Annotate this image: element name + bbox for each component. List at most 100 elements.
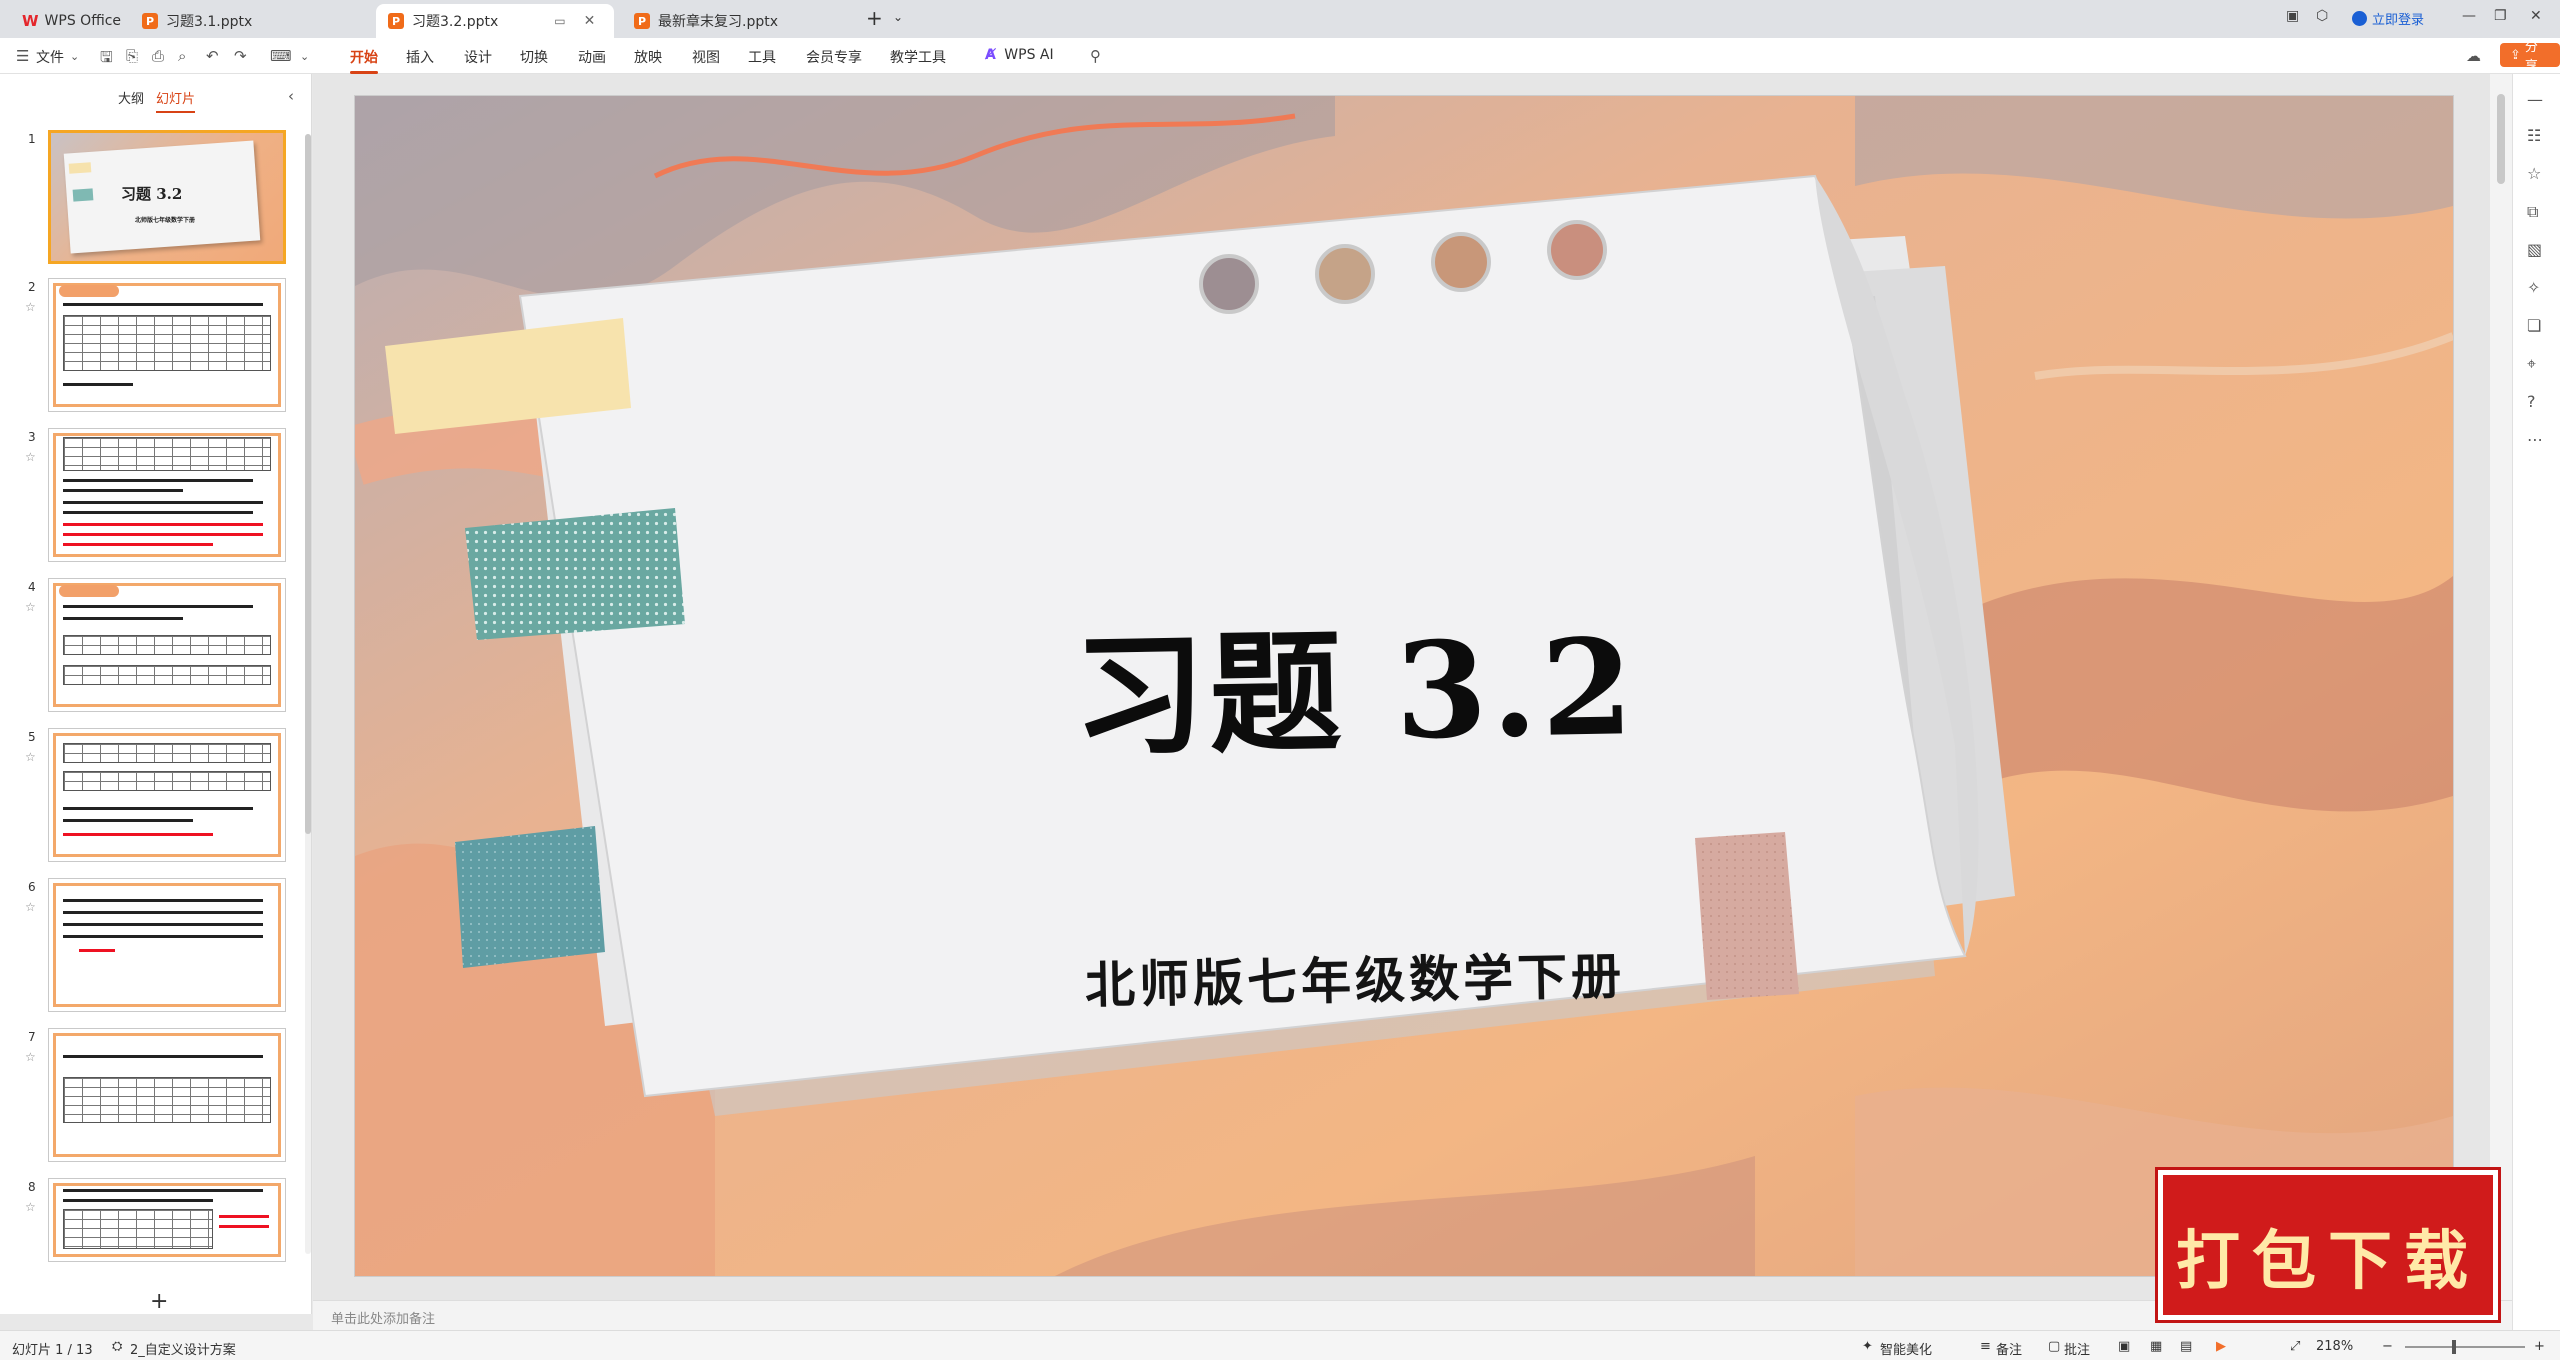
normal-view-icon[interactable]: ▣ — [2118, 1339, 2130, 1354]
slide-thumbnail-row[interactable]: 6 ☆ — [0, 878, 300, 1020]
chevron-left-icon[interactable]: ‹ — [288, 87, 294, 105]
search-icon[interactable]: ⚲ — [1090, 47, 1101, 65]
notes-button[interactable]: 备注 — [1996, 1339, 2022, 1358]
add-tab-button[interactable]: + — [866, 6, 883, 30]
zoom-slider[interactable] — [2405, 1346, 2525, 1348]
copy-icon[interactable]: ⧉ — [2527, 202, 2538, 222]
slide-thumbnail[interactable] — [48, 578, 286, 712]
tab-transition[interactable]: 切换 — [520, 47, 548, 67]
zoom-slider-handle[interactable] — [2452, 1340, 2456, 1354]
image-icon[interactable]: ▧ — [2527, 240, 2542, 259]
canvas-scrollbar[interactable] — [2490, 74, 2512, 1300]
print-icon[interactable]: ⎙ — [152, 47, 164, 65]
title-bar: W WPS Office P 习题3.1.pptx P 习题3.2.pptx ▭… — [0, 0, 2560, 38]
play-icon[interactable]: ▶ — [2216, 1339, 2226, 1354]
file-menu[interactable]: 文件 — [36, 47, 64, 67]
restore-icon[interactable]: ❐ — [2494, 8, 2507, 24]
chevron-down-icon[interactable]: ⌄ — [300, 50, 309, 63]
magic-wand-icon[interactable]: ✧ — [2527, 278, 2540, 297]
slide-thumbnail-row[interactable]: 3 ☆ — [0, 428, 300, 570]
slide-thumbnail-row[interactable]: 2 ☆ — [0, 278, 300, 420]
tab-home[interactable]: 开始 — [350, 47, 378, 74]
star-icon[interactable]: ☆ — [25, 450, 36, 464]
tab-view[interactable]: 视图 — [692, 47, 720, 67]
tag-icon[interactable]: ⌖ — [2527, 354, 2536, 374]
monitor-icon[interactable]: ▭ — [554, 14, 565, 28]
tab-insert[interactable]: 插入 — [406, 47, 434, 67]
tab-slideshow[interactable]: 放映 — [634, 47, 662, 67]
slide-thumbnail[interactable] — [48, 428, 286, 562]
tab-wps-office[interactable]: W WPS Office — [10, 4, 133, 38]
star-icon[interactable]: ☆ — [2527, 164, 2541, 183]
star-icon[interactable]: ☆ — [25, 900, 36, 914]
download-badge[interactable]: 打包下载 — [2158, 1170, 2498, 1320]
share-button[interactable]: ⇪ 分享 — [2500, 40, 2560, 74]
tab-file-review[interactable]: P 最新章末复习.pptx — [622, 4, 790, 38]
slide-thumbnail[interactable]: 习题 3.2 北师版七年级数学下册 — [48, 130, 286, 264]
sliders-icon[interactable]: ☷ — [2527, 126, 2541, 145]
export-icon[interactable]: ⎘ — [126, 47, 138, 65]
theme-icon: ⛭ — [112, 1339, 123, 1354]
slide-thumbnail-row[interactable]: 5 ☆ — [0, 728, 300, 870]
slide-canvas[interactable]: 习题 3.2 北师版七年级数学下册 — [355, 96, 2453, 1276]
format-painter-icon[interactable]: ⌨ — [270, 47, 292, 65]
star-icon[interactable]: ☆ — [25, 300, 36, 314]
panel-scrollbar[interactable] — [305, 134, 311, 1254]
tab-outline[interactable]: 大纲 — [118, 88, 144, 107]
theme-name[interactable]: 2_自定义设计方案 — [130, 1339, 236, 1358]
star-icon[interactable]: ☆ — [25, 600, 36, 614]
notes-placeholder: 单击此处添加备注 — [331, 1312, 436, 1327]
wps-ai-button[interactable]: Ⱥ WPS AI — [985, 47, 1054, 63]
cloud-sync-icon[interactable]: ☁ — [2466, 47, 2481, 65]
zoom-level[interactable]: 218% — [2316, 1339, 2353, 1354]
redo-icon[interactable]: ↷ — [234, 47, 247, 65]
slide-thumbnail-row[interactable]: 7 ☆ — [0, 1028, 300, 1170]
slide-thumbnail[interactable] — [48, 728, 286, 862]
close-window-icon[interactable]: ✕ — [2530, 8, 2542, 24]
zoom-in-icon[interactable]: + — [2534, 1339, 2545, 1354]
reading-view-icon[interactable]: ▤ — [2180, 1339, 2192, 1354]
cube-icon[interactable]: ⬡ — [2316, 8, 2328, 24]
preview-icon[interactable]: ⌕ — [178, 47, 186, 65]
star-icon[interactable]: ☆ — [25, 1050, 36, 1064]
layout-icon[interactable]: ▣ — [2286, 8, 2299, 24]
tab-file-3-2[interactable]: P 习题3.2.pptx ▭ ✕ — [376, 4, 614, 38]
tab-file-3-1[interactable]: P 习题3.1.pptx — [130, 4, 264, 38]
tab-design[interactable]: 设计 — [464, 47, 492, 67]
slide-thumbnail[interactable] — [48, 878, 286, 1012]
comments-button[interactable]: 批注 — [2064, 1339, 2090, 1358]
zoom-out-icon[interactable]: − — [2382, 1339, 2393, 1354]
minus-icon[interactable]: — — [2527, 90, 2543, 109]
star-icon[interactable]: ☆ — [25, 750, 36, 764]
chevron-down-icon[interactable]: ⌄ — [70, 50, 79, 63]
smart-beautify-icon: ✦ — [1862, 1339, 1873, 1354]
slide-thumbnail-row[interactable]: 1 习题 3.2 北师版七年级数学下册 — [0, 130, 300, 272]
tab-animation[interactable]: 动画 — [578, 47, 606, 67]
tab-teaching-tools[interactable]: 教学工具 — [890, 47, 946, 67]
sorter-view-icon[interactable]: ▦ — [2150, 1339, 2162, 1354]
book-icon[interactable]: ❏ — [2527, 316, 2541, 335]
add-slide-button[interactable]: + — [150, 1289, 168, 1314]
slide-thumbnail[interactable] — [48, 278, 286, 412]
tab-tools[interactable]: 工具 — [748, 47, 776, 67]
tab-slides[interactable]: 幻灯片 — [156, 88, 196, 113]
undo-icon[interactable]: ↶ — [206, 47, 219, 65]
smart-beautify-button[interactable]: 智能美化 — [1880, 1339, 1932, 1358]
slide-thumbnail[interactable] — [48, 1178, 286, 1262]
minimize-icon[interactable]: — — [2462, 8, 2476, 24]
save-icon[interactable]: 🖫 — [100, 47, 113, 72]
slide-title[interactable]: 习题 3.2 — [1072, 581, 1639, 782]
fit-icon[interactable]: ⤢ — [2290, 1339, 2300, 1354]
slide-subtitle[interactable]: 北师版七年级数学下册 — [1084, 936, 1626, 1017]
slide-thumbnail[interactable] — [48, 1028, 286, 1162]
help-icon[interactable]: ? — [2527, 392, 2536, 411]
more-icon[interactable]: ⋯ — [2527, 430, 2543, 449]
slide-thumbnail-row[interactable]: 4 ☆ — [0, 578, 300, 720]
login-button[interactable]: 立即登录 — [2352, 9, 2424, 28]
tab-member[interactable]: 会员专享 — [806, 47, 862, 67]
close-tab-icon[interactable]: ✕ — [584, 13, 596, 29]
panel-tabs: 大纲 幻灯片 ‹ — [0, 74, 312, 120]
star-icon[interactable]: ☆ — [25, 1200, 36, 1214]
chevron-down-icon[interactable]: ⌄ — [893, 10, 903, 24]
menu-icon[interactable]: ☰ — [16, 47, 29, 65]
